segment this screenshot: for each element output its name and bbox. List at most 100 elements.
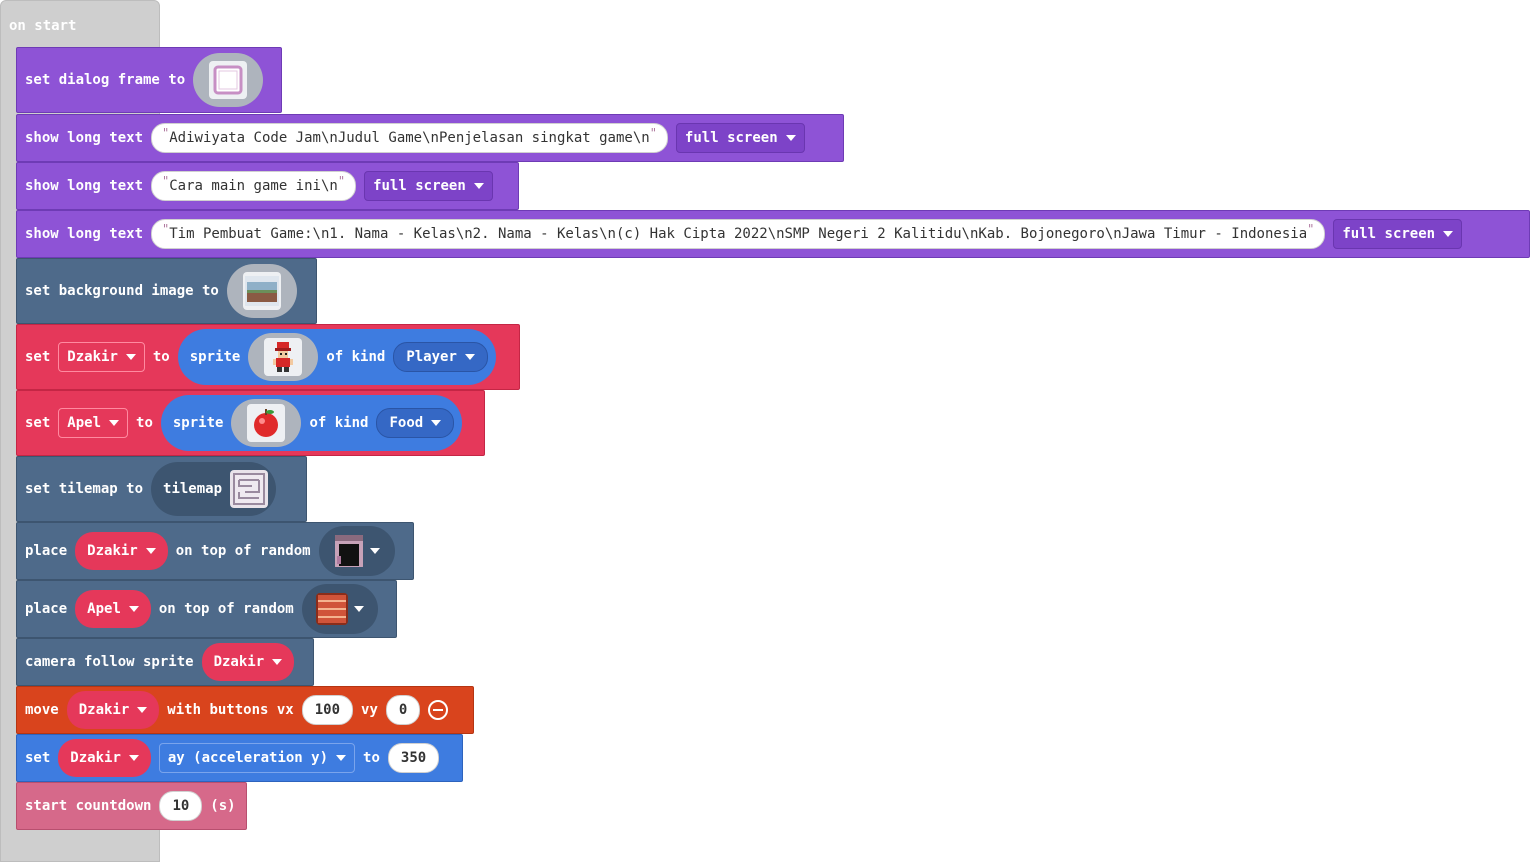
on-start-label: on start <box>9 18 77 34</box>
sprite-name: Dzakir <box>213 654 265 670</box>
chevron-down-icon <box>431 420 442 426</box>
sprite-image-slot-food[interactable] <box>231 399 302 447</box>
sprite-name: Dzakir <box>70 750 121 766</box>
of-kind-keyword: of kind <box>309 415 369 431</box>
sprite-name: Dzakir <box>78 702 130 718</box>
sprite-dropdown-dzakir[interactable]: Dzakir <box>75 532 168 570</box>
set-sprite-block-dzakir[interactable]: set Dzakir to sprite of kind Player <box>16 324 520 390</box>
chevron-down-icon <box>128 606 139 612</box>
set-dialog-frame-block[interactable]: set dialog frame to <box>16 47 282 113</box>
move-sprite-dropdown[interactable]: Dzakir <box>66 691 160 729</box>
vy-label: vy <box>361 702 378 718</box>
vy-value: 0 <box>398 702 408 718</box>
chevron-down-icon <box>109 420 120 426</box>
seconds-unit-label: (s) <box>210 798 236 814</box>
sprite-name: Apel <box>87 601 121 617</box>
place-on-random-tile-block-apel[interactable]: place Apel on top of random <box>16 580 397 638</box>
property-name: ay (acceleration y) <box>167 750 329 766</box>
camera-follow-label: camera follow sprite <box>25 654 194 670</box>
accel-sprite-dropdown[interactable]: Dzakir <box>58 739 151 777</box>
vx-input[interactable]: 100 <box>301 695 354 725</box>
show-long-text-label: show long text <box>25 226 144 242</box>
camera-follow-sprite-block[interactable]: camera follow sprite Dzakir <box>16 638 314 686</box>
variable-dropdown-apel[interactable]: Apel <box>58 408 129 438</box>
set-keyword: set <box>25 349 51 365</box>
chevron-down-icon <box>272 659 283 665</box>
long-text-input-1[interactable]: " Adiwiyata Code Jam\nJudul Game\nPenjela… <box>151 123 668 153</box>
sprite-image-slot-player[interactable] <box>248 333 319 381</box>
chevron-down-icon <box>145 548 156 554</box>
sprite-dropdown-apel[interactable]: Apel <box>75 590 151 628</box>
chevron-down-icon <box>353 606 364 612</box>
set-acceleration-block[interactable]: set Dzakir ay (acceleration y) to 350 <box>16 734 463 782</box>
set-background-image-label: set background image to <box>25 283 219 299</box>
maze-tilemap-icon[interactable] <box>230 470 269 508</box>
start-countdown-label: start countdown <box>25 798 152 814</box>
place-on-random-tile-block-dzakir[interactable]: place Dzakir on top of random <box>16 522 414 580</box>
countdown-input[interactable]: 10 <box>159 791 203 821</box>
move-keyword: move <box>25 702 59 718</box>
of-kind-keyword: of kind <box>326 349 386 365</box>
background-landscape-icon <box>242 272 281 310</box>
start-countdown-block[interactable]: start countdown 10 (s) <box>16 782 247 830</box>
to-keyword: to <box>136 415 153 431</box>
dialog-layout-value: full screen <box>1342 226 1436 242</box>
property-dropdown[interactable]: ay (acceleration y) <box>158 743 356 773</box>
variable-dropdown-dzakir[interactable]: Dzakir <box>58 342 145 372</box>
on-top-of-random-label: on top of random <box>175 543 311 559</box>
acceleration-value: 350 <box>400 750 427 766</box>
long-text-input-3[interactable]: " Tim Pembuat Game:\n1. Nama - Kelas\n2. … <box>151 219 1326 249</box>
chevron-down-icon <box>369 548 380 554</box>
tile-dropdown-2[interactable] <box>301 584 378 634</box>
kind-name: Food <box>389 415 424 431</box>
dialog-layout-value: full screen <box>684 130 778 146</box>
kind-dropdown-player[interactable]: Player <box>393 342 488 372</box>
kind-dropdown-food[interactable]: Food <box>376 408 455 438</box>
background-image-slot[interactable] <box>226 264 297 318</box>
set-tilemap-block[interactable]: set tilemap to tilemap <box>16 456 307 522</box>
show-long-text-label: show long text <box>25 178 144 194</box>
sprite-keyword: sprite <box>172 415 224 431</box>
set-tilemap-label: set tilemap to <box>25 481 144 497</box>
acceleration-input[interactable]: 350 <box>387 743 440 773</box>
to-keyword: to <box>152 349 170 365</box>
vx-value: 100 <box>314 702 341 718</box>
dialog-frame-image-slot[interactable] <box>193 53 264 107</box>
set-sprite-block-apel[interactable]: set Apel to sprite of kind Food <box>16 390 485 456</box>
show-long-text-block-2[interactable]: show long text " Cara main game ini\n " fu… <box>16 162 519 210</box>
dialog-layout-dropdown-2[interactable]: full screen <box>364 171 493 201</box>
set-dialog-frame-label: set dialog frame to <box>25 72 186 88</box>
long-text-value-3: Tim Pembuat Game:\n1. Nama - Kelas\n2. N… <box>169 226 1308 242</box>
sprite-create-block-player[interactable]: sprite of kind Player <box>177 329 496 385</box>
brick-tile-icon <box>315 593 348 625</box>
set-background-image-block[interactable]: set background image to <box>16 258 317 324</box>
to-keyword: to <box>363 750 380 766</box>
chevron-down-icon <box>137 707 148 713</box>
dark-door-tile-icon <box>333 534 364 568</box>
dialog-layout-value: full screen <box>373 178 466 194</box>
collapse-minus-icon[interactable] <box>428 700 449 720</box>
set-keyword: set <box>25 750 51 766</box>
tile-dropdown-1[interactable] <box>318 526 395 576</box>
red-apple-icon <box>247 404 286 442</box>
with-buttons-vx-label: with buttons vx <box>167 702 294 718</box>
vy-input[interactable]: 0 <box>385 695 421 725</box>
show-long-text-block-3[interactable]: show long text " Tim Pembuat Game:\n1. Na… <box>16 210 1530 258</box>
move-with-buttons-block[interactable]: move Dzakir with buttons vx 100 vy 0 <box>16 686 474 734</box>
long-text-input-2[interactable]: " Cara main game ini\n " <box>151 171 357 201</box>
on-top-of-random-label: on top of random <box>158 601 294 617</box>
camera-sprite-dropdown[interactable]: Dzakir <box>201 643 295 681</box>
chevron-down-icon <box>473 183 484 189</box>
dialog-layout-dropdown-1[interactable]: full screen <box>675 123 805 153</box>
tilemap-value-block[interactable]: tilemap <box>151 462 277 516</box>
chevron-down-icon <box>336 755 347 761</box>
sprite-create-block-food[interactable]: sprite of kind Food <box>160 395 463 451</box>
place-keyword: place <box>25 543 68 559</box>
sprite-name: Dzakir <box>87 543 138 559</box>
chevron-down-icon <box>1443 231 1454 237</box>
variable-name: Apel <box>67 415 102 431</box>
player-character-icon <box>264 338 303 376</box>
chevron-down-icon <box>464 354 475 360</box>
show-long-text-block-1[interactable]: show long text " Adiwiyata Code Jam\nJudu… <box>16 114 844 162</box>
dialog-layout-dropdown-3[interactable]: full screen <box>1333 219 1463 249</box>
